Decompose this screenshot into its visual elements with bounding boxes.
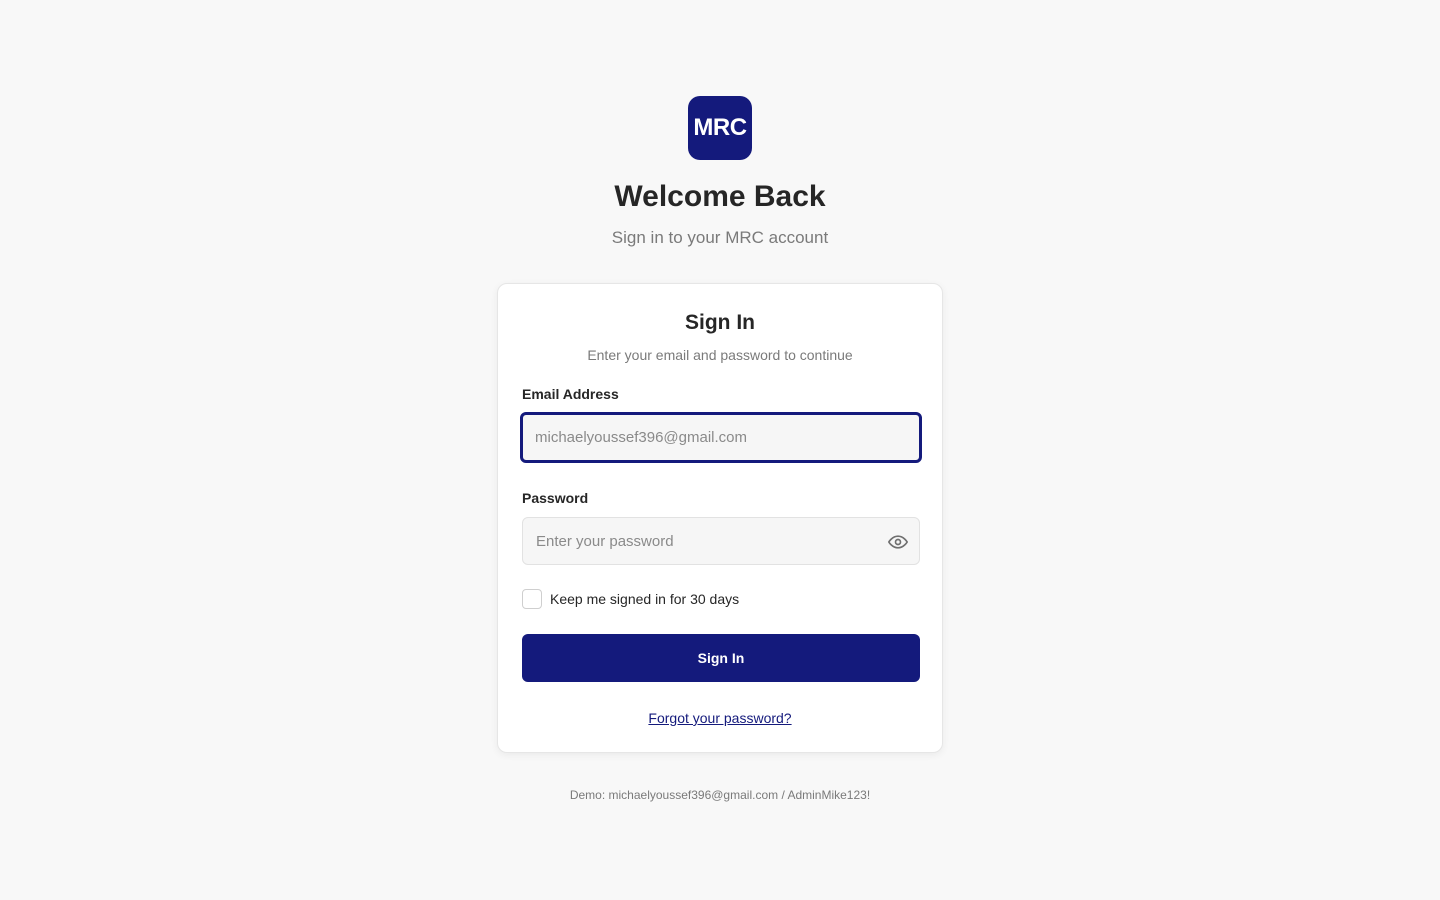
page-title: Welcome Back	[614, 180, 826, 213]
remember-me-label[interactable]: Keep me signed in for 30 days	[550, 590, 739, 608]
email-label: Email Address	[522, 386, 619, 402]
eye-icon[interactable]	[888, 532, 908, 552]
brand-logo: MRC	[688, 96, 752, 160]
card-title: Sign In	[685, 311, 755, 334]
remember-me-row: Keep me signed in for 30 days	[522, 589, 739, 609]
remember-me-checkbox[interactable]	[522, 589, 542, 609]
password-field-wrapper	[522, 517, 920, 565]
email-field[interactable]	[523, 415, 919, 460]
password-label: Password	[522, 490, 589, 506]
password-field[interactable]	[523, 518, 919, 564]
brand-logo-text: MRC	[693, 114, 747, 141]
email-field-wrapper	[520, 412, 922, 463]
page-subtitle: Sign in to your MRC account	[611, 228, 829, 247]
forgot-password-row: Forgot your password?	[498, 709, 942, 727]
forgot-password-link[interactable]: Forgot your password?	[648, 710, 791, 726]
signin-card: Sign In Enter your email and password to…	[497, 283, 943, 753]
card-subtitle: Enter your email and password to continu…	[587, 347, 853, 363]
demo-credentials-note: Demo: michaelyoussef396@gmail.com / Admi…	[569, 788, 871, 802]
sign-in-button[interactable]: Sign In	[522, 634, 920, 682]
